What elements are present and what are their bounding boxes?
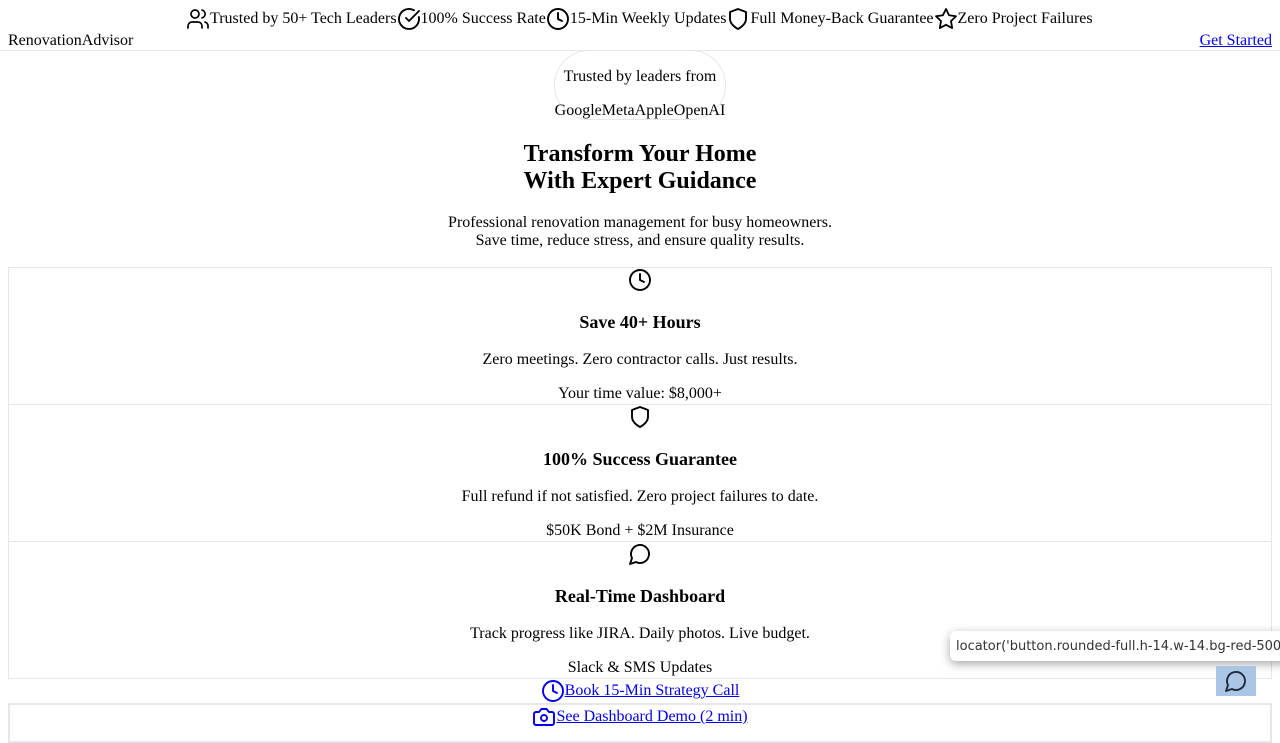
company-logos: Google Meta Apple OpenAI	[0, 101, 1280, 121]
message-circle-icon	[1224, 669, 1248, 693]
trust-label: Zero Project Failures	[957, 10, 1093, 27]
trust-bar: Trusted by 50+ Tech Leaders 100% Success…	[186, 7, 1093, 31]
primary-cta-row: Book 15-Min Strategy Call	[0, 679, 1280, 703]
hero-subtitle: Professional renovation management for b…	[0, 214, 1280, 250]
top-nav: Trusted by 50+ Tech Leaders 100% Success…	[0, 0, 1280, 51]
hero-subtitle-line-1: Professional renovation management for b…	[448, 214, 832, 231]
trust-item-weekly-updates: 15-Min Weekly Updates	[546, 7, 727, 31]
clock-icon	[541, 679, 565, 703]
shield-icon	[726, 7, 750, 31]
feature-card-save-time: Save 40+ Hours Zero meetings. Zero contr…	[8, 267, 1272, 405]
feature-card-guarantee: 100% Success Guarantee Full refund if no…	[8, 404, 1272, 542]
trust-item-success-rate: 100% Success Rate	[397, 7, 546, 31]
locator-tooltip: locator('button.rounded-full.h-14.w-14.b…	[950, 631, 1280, 661]
cta-label: Book 15-Min Strategy Call	[564, 682, 740, 699]
hero-title-line-1: Transform Your Home	[523, 141, 757, 167]
users-icon	[186, 7, 210, 31]
trust-item-money-back: Full Money-Back Guarantee	[726, 7, 934, 31]
chat-button[interactable]	[1216, 666, 1256, 696]
feature-description: Zero meetings. Zero contractor calls. Ju…	[482, 351, 798, 368]
book-strategy-call-link[interactable]: Book 15-Min Strategy Call	[541, 679, 740, 703]
feature-title: 100% Success Guarantee	[543, 449, 737, 469]
hero-title: Transform Your Home With Expert Guidance	[0, 141, 1280, 195]
trust-item-zero-failures: Zero Project Failures	[934, 7, 1093, 31]
dashboard-demo-link[interactable]: See Dashboard Demo (2 min)	[532, 705, 748, 729]
get-started-link[interactable]: Get Started	[1200, 31, 1272, 51]
feature-description: Full refund if not satisfied. Zero proje…	[461, 488, 819, 505]
clock-icon	[628, 268, 652, 292]
logo-meta: Meta	[601, 102, 635, 119]
shield-icon	[628, 405, 652, 429]
badge-title: Trusted by leaders from	[563, 68, 717, 85]
brand-logo[interactable]: RenovationAdvisor	[8, 31, 133, 51]
feature-title: Save 40+ Hours	[579, 312, 701, 332]
hero-title-line-2: With Expert Guidance	[523, 168, 757, 194]
cta-label: See Dashboard Demo (2 min)	[556, 708, 748, 725]
trust-item-tech-leaders: Trusted by 50+ Tech Leaders	[186, 7, 397, 31]
clock-icon	[546, 7, 570, 31]
feature-meta: $50K Bond + $2M Insurance	[546, 522, 734, 539]
logo-apple: Apple	[634, 102, 674, 119]
logo-openai: OpenAI	[673, 102, 726, 119]
trust-label: Trusted by 50+ Tech Leaders	[210, 10, 397, 27]
secondary-cta-row: See Dashboard Demo (2 min)	[0, 705, 1280, 729]
trust-label: 15-Min Weekly Updates	[569, 10, 727, 27]
logo-google: Google	[554, 102, 602, 119]
star-icon	[934, 7, 958, 31]
check-circle-icon	[397, 7, 421, 31]
message-circle-icon	[628, 542, 652, 566]
feature-meta: Your time value: $8,000+	[558, 385, 722, 402]
trust-label: 100% Success Rate	[420, 10, 546, 27]
hero-subtitle-line-2: Save time, reduce stress, and ensure qua…	[475, 232, 805, 249]
camera-icon	[532, 705, 556, 729]
feature-meta: Slack & SMS Updates	[567, 659, 713, 676]
trust-label: Full Money-Back Guarantee	[750, 10, 934, 27]
feature-title: Real-Time Dashboard	[554, 586, 726, 606]
